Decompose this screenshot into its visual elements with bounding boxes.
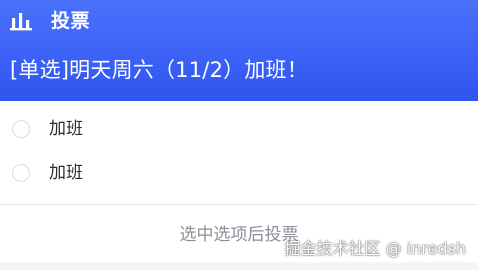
poll-header-top: 投票 bbox=[10, 8, 90, 34]
poll-option-label: 加班 bbox=[49, 163, 83, 183]
radio-button[interactable] bbox=[12, 164, 30, 182]
poll-option-label: 加班 bbox=[49, 119, 83, 139]
poll-question: [单选]明天周六（11/2）加班！ bbox=[10, 58, 308, 82]
poll-option[interactable]: 加班 bbox=[0, 107, 478, 151]
poll-header: 投票 [单选]明天周六（11/2）加班！ bbox=[0, 0, 478, 101]
bar-chart-icon bbox=[10, 11, 32, 31]
radio-button[interactable] bbox=[12, 120, 30, 138]
poll-header-label: 投票 bbox=[51, 10, 91, 32]
poll-option[interactable]: 加班 bbox=[0, 151, 478, 195]
poll-card: 投票 [单选]明天周六（11/2）加班！ 加班 加班 选中选项后投票 bbox=[0, 0, 478, 262]
vote-button-label: 选中选项后投票 bbox=[179, 225, 299, 244]
watermark: 掘金技术社区 @ inredsh bbox=[284, 239, 466, 258]
poll-options: 加班 加班 bbox=[0, 101, 478, 195]
